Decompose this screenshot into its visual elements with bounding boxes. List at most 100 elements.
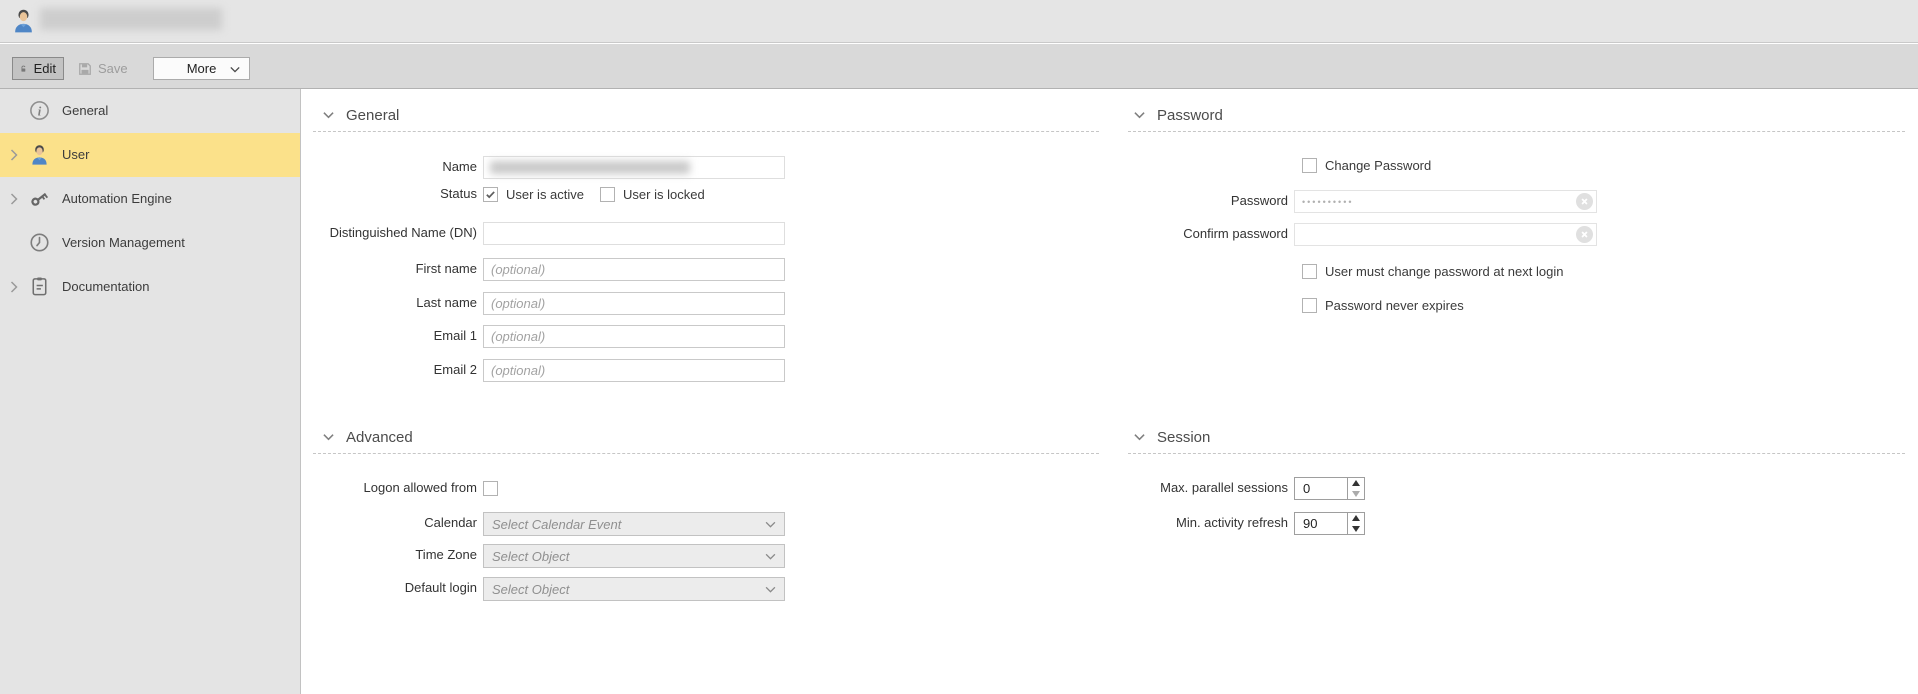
stepper-down-button[interactable] <box>1348 489 1364 500</box>
email2-input[interactable] <box>483 359 785 382</box>
name-field[interactable] <box>483 156 785 179</box>
min-refresh-stepper[interactable]: 90 <box>1294 512 1365 535</box>
password-never-expires-checkbox[interactable]: Password never expires <box>1302 297 1464 313</box>
sidebar-item-label: Automation Engine <box>62 191 172 206</box>
svg-text:i: i <box>38 104 42 118</box>
section-title: Password <box>1157 106 1223 124</box>
dn-input[interactable] <box>483 222 785 245</box>
chevron-right-icon[interactable] <box>10 149 18 161</box>
last-name-input[interactable] <box>483 292 785 315</box>
must-change-password-checkbox[interactable]: User must change password at next login <box>1302 263 1563 279</box>
section-divider <box>1128 131 1905 132</box>
section-header-general[interactable]: General <box>323 105 399 125</box>
sidebar-item-label: Documentation <box>62 279 150 294</box>
calendar-label: Calendar <box>424 515 477 530</box>
checkbox-checked[interactable] <box>483 186 498 202</box>
last-name-label: Last name <box>416 295 477 310</box>
user-is-active-checkbox[interactable]: User is active <box>483 186 584 202</box>
edit-button[interactable]: Edit <box>12 57 64 80</box>
checkbox-label: Change Password <box>1325 157 1432 173</box>
status-label: Status <box>440 186 477 201</box>
check-icon <box>486 190 495 198</box>
first-name-label: First name <box>415 261 477 276</box>
toolbar: Edit Save More <box>0 44 1918 89</box>
checkbox-label: User is active <box>506 186 585 202</box>
user-object-icon <box>15 9 32 33</box>
default-login-select[interactable]: Select Object <box>483 577 785 601</box>
stepper-up-button[interactable] <box>1348 513 1364 524</box>
collapse-chevron-icon[interactable] <box>1134 433 1145 441</box>
collapse-chevron-icon[interactable] <box>1134 111 1145 119</box>
checkbox-unchecked[interactable] <box>1302 263 1317 279</box>
collapse-chevron-icon[interactable] <box>323 433 334 441</box>
checkbox-unchecked[interactable] <box>483 480 498 496</box>
password-input[interactable] <box>1294 190 1597 213</box>
calendar-select[interactable]: Select Calendar Event <box>483 512 785 536</box>
user-icon <box>32 145 47 165</box>
checkbox-unchecked[interactable] <box>1302 157 1317 173</box>
clipboard-icon <box>32 277 47 296</box>
window-title-redacted <box>40 8 222 30</box>
more-button[interactable]: More <box>153 57 250 80</box>
editor-content: General Name Status User is active User … <box>302 89 1918 694</box>
section-header-session[interactable]: Session <box>1134 427 1210 447</box>
password-field-wrap <box>1294 190 1597 214</box>
max-sessions-value[interactable]: 0 <box>1295 478 1347 499</box>
sidebar-item-label: User <box>62 147 90 162</box>
chevron-down-icon <box>765 586 776 593</box>
sidebar-item-general[interactable]: i General <box>0 89 300 133</box>
timezone-label: Time Zone <box>415 547 477 562</box>
section-header-password[interactable]: Password <box>1134 105 1223 125</box>
clock-icon <box>30 233 49 252</box>
max-sessions-stepper[interactable]: 0 <box>1294 477 1365 500</box>
confirm-password-field-wrap <box>1294 223 1597 247</box>
checkbox-unchecked[interactable] <box>600 186 616 202</box>
email1-input[interactable] <box>483 325 785 348</box>
clear-password-icon[interactable] <box>1576 193 1593 210</box>
section-header-advanced[interactable]: Advanced <box>323 427 413 447</box>
sidebar-item-label: General <box>62 103 109 118</box>
first-name-input[interactable] <box>483 258 785 281</box>
save-button[interactable]: Save <box>74 57 132 80</box>
chevron-down-icon <box>230 66 240 73</box>
min-refresh-value[interactable]: 90 <box>1295 513 1347 534</box>
sidebar-item-automation-engine[interactable]: Automation Engine <box>0 177 300 221</box>
user-is-locked-checkbox[interactable]: User is locked <box>600 186 705 202</box>
status-checkbox-group: User is active User is locked <box>483 186 705 202</box>
stepper-down-button[interactable] <box>1348 524 1364 535</box>
calendar-select-placeholder: Select Calendar Event <box>492 516 622 532</box>
confirm-password-input[interactable] <box>1294 223 1597 246</box>
section-title: General <box>346 106 400 124</box>
key-icon <box>31 192 49 206</box>
timezone-select[interactable]: Select Object <box>483 544 785 568</box>
sidebar-item-label: Version Management <box>62 235 185 250</box>
section-divider <box>1128 453 1905 454</box>
default-login-select-placeholder: Select Object <box>492 581 570 597</box>
save-icon <box>79 62 91 75</box>
stepper-buttons <box>1347 513 1364 534</box>
checkbox-unchecked[interactable] <box>1302 297 1317 313</box>
email2-label: Email 2 <box>433 362 477 377</box>
chevron-right-icon[interactable] <box>10 281 18 293</box>
collapse-chevron-icon[interactable] <box>323 111 334 119</box>
change-password-checkbox[interactable]: Change Password <box>1302 157 1431 173</box>
chevron-down-icon <box>765 521 776 528</box>
section-divider <box>313 453 1099 454</box>
sidebar-item-user[interactable]: User <box>0 133 300 177</box>
more-button-label: More <box>186 61 217 76</box>
name-label: Name <box>442 159 477 174</box>
stepper-up-button[interactable] <box>1348 478 1364 489</box>
max-sessions-label: Max. parallel sessions <box>1160 480 1288 495</box>
sidebar-item-version-management[interactable]: Version Management <box>0 221 300 265</box>
logon-allowed-label: Logon allowed from <box>363 480 477 495</box>
sidebar-item-documentation[interactable]: Documentation <box>0 265 300 309</box>
default-login-label: Default login <box>404 580 477 595</box>
clear-confirm-password-icon[interactable] <box>1576 226 1593 243</box>
chevron-right-icon[interactable] <box>10 193 18 205</box>
logon-allowed-checkbox[interactable] <box>483 480 498 496</box>
user-object-editor: Edit Save More i General User Automation… <box>0 0 1918 694</box>
save-button-label: Save <box>98 61 128 76</box>
confirm-password-label: Confirm password <box>1183 226 1288 241</box>
min-refresh-label: Min. activity refresh <box>1176 515 1288 530</box>
sidebar: i General User Automation Engine Version… <box>0 89 301 694</box>
